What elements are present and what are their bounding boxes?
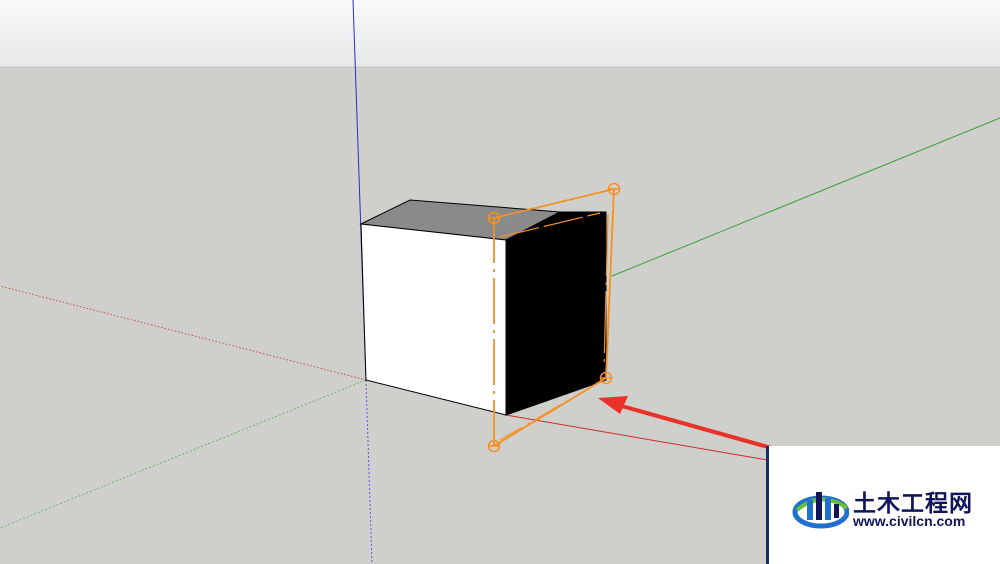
cube-side-face[interactable] [505, 211, 607, 416]
watermark-url: www.civilcn.com [853, 513, 966, 529]
watermark: 土木工程网 www.civilcn.com [766, 446, 1000, 564]
sky [0, 0, 1000, 67]
modeling-viewport[interactable]: 土木工程网 www.civilcn.com [0, 0, 1000, 564]
civilcn-logo-icon [792, 492, 849, 529]
cube-model[interactable] [359, 199, 607, 416]
